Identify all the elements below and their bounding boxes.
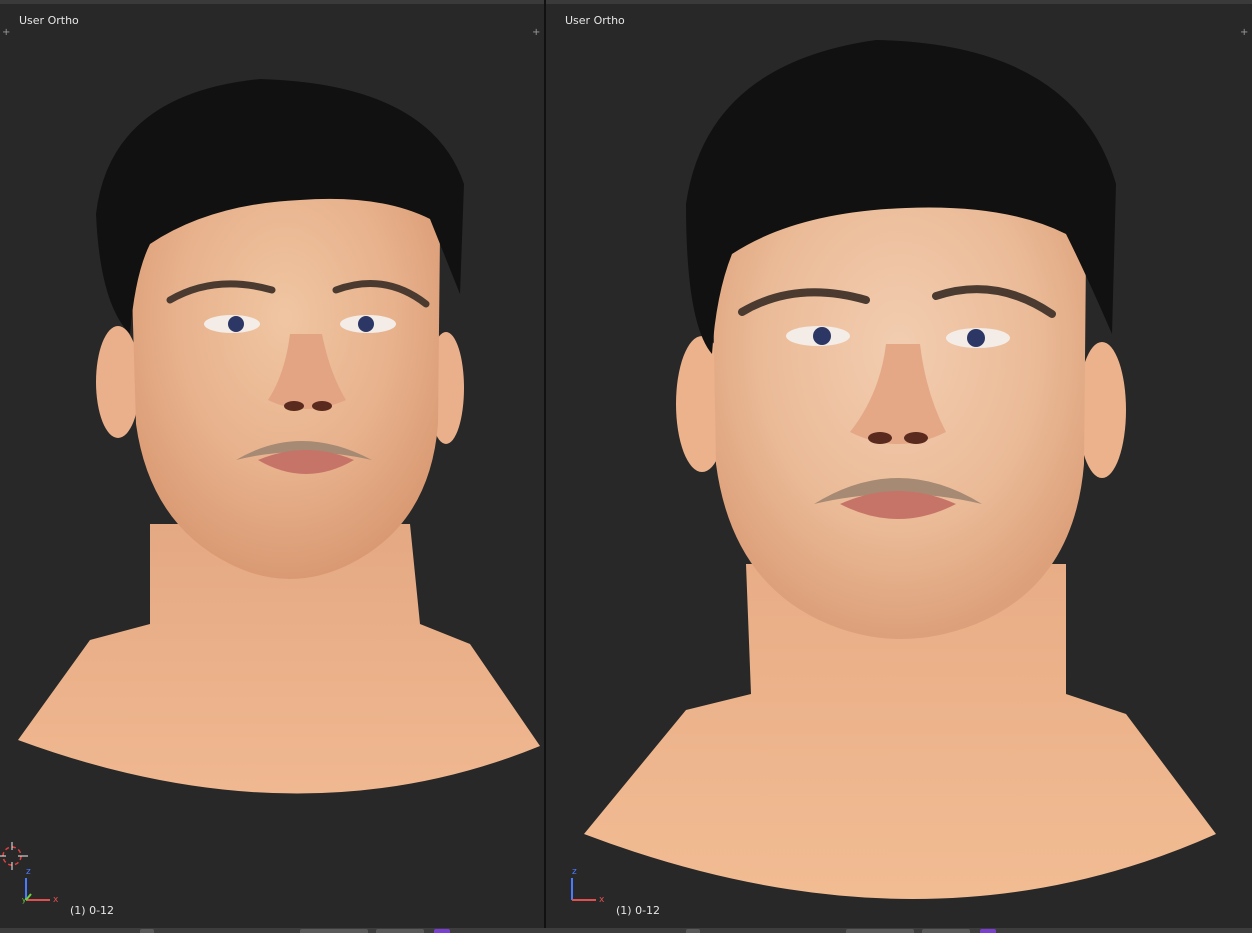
- bottom-header-strip: [0, 928, 1252, 933]
- left-nostril: [868, 432, 892, 444]
- axis-y-label: y: [22, 896, 26, 904]
- frame-object-label: (1) 0-12: [616, 904, 661, 917]
- header-button[interactable]: [140, 929, 154, 933]
- header-button[interactable]: [980, 929, 996, 933]
- right-nostril: [904, 432, 928, 444]
- header-button[interactable]: [686, 929, 700, 933]
- viewport-left[interactable]: User Ortho + + z x y (1) 0-12: [0, 4, 544, 928]
- axis-gizmo-icon: z x y: [22, 867, 59, 905]
- head-model-render: [18, 79, 540, 794]
- header-button[interactable]: [922, 929, 970, 933]
- viewport-right[interactable]: User Ortho + z x (1) 0-12: [546, 4, 1252, 928]
- axis-z-label: z: [572, 867, 577, 877]
- left-ear: [96, 326, 140, 438]
- right-ear: [1078, 342, 1126, 478]
- left-iris: [228, 316, 244, 332]
- right-nostril: [312, 401, 332, 411]
- axis-x-label: x: [599, 895, 605, 905]
- header-button[interactable]: [376, 929, 424, 933]
- left-nostril: [284, 401, 304, 411]
- axis-x-label: x: [53, 895, 59, 905]
- header-button[interactable]: [846, 929, 914, 933]
- axis-gizmo-icon: z x: [571, 867, 605, 905]
- head-model-render: [584, 40, 1216, 899]
- frame-object-label: (1) 0-12: [70, 904, 115, 917]
- right-iris: [358, 316, 374, 332]
- blender-screen: User Ortho + + z x y (1) 0-12 User Ortho…: [0, 0, 1252, 933]
- left-iris: [813, 327, 831, 345]
- header-button[interactable]: [434, 929, 450, 933]
- axis-z-label: z: [26, 867, 31, 877]
- header-button[interactable]: [300, 929, 368, 933]
- right-iris: [967, 329, 985, 347]
